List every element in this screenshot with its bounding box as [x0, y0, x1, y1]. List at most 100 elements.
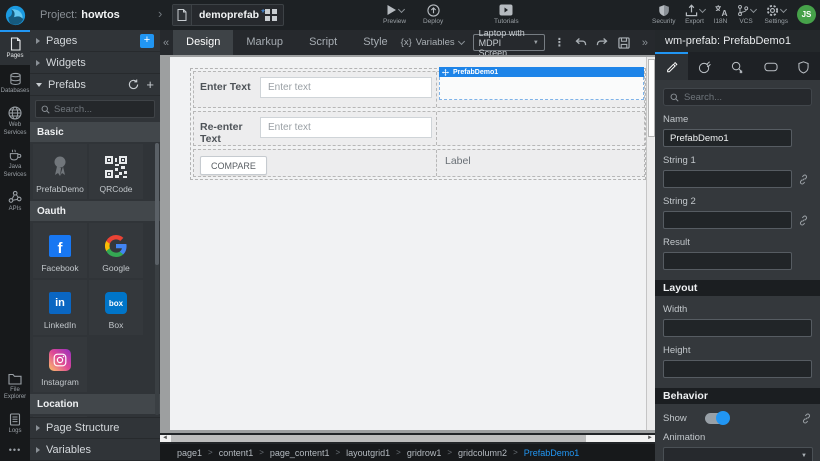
export-button[interactable]: Export [685, 3, 705, 25]
breadcrumb-item[interactable]: layoutgrid1 [346, 448, 390, 458]
tutorials-button[interactable]: Tutorials [494, 3, 519, 25]
result-input[interactable] [663, 252, 792, 270]
prefabs-section-header[interactable]: Prefabs + [30, 74, 160, 96]
prefab-tile-prefabdemo[interactable]: PrefabDemo [33, 144, 87, 199]
tab-markup[interactable]: Markup [233, 30, 296, 55]
breadcrumb-item[interactable]: page_content1 [270, 448, 330, 458]
pages-grid-icon[interactable] [265, 9, 283, 21]
save-button[interactable] [618, 37, 630, 49]
redo-button[interactable] [596, 37, 609, 48]
grid-row-3[interactable]: COMPARE Label [193, 149, 645, 177]
more-options-button[interactable]: ⋮ [554, 36, 565, 49]
string1-bind-icon[interactable] [798, 174, 809, 185]
widgets-section-header[interactable]: Widgets [30, 52, 160, 74]
scrollbar-thumb[interactable] [171, 435, 586, 442]
deploy-button[interactable]: Deploy [423, 3, 443, 25]
tab-script[interactable]: Script [296, 30, 350, 55]
selected-prefab-widget[interactable]: PrefabDemo1 [439, 67, 644, 100]
scroll-left-arrow[interactable]: ◄ [160, 435, 170, 442]
scroll-right-arrow[interactable]: ► [645, 435, 655, 442]
prefab-tile-linkedin[interactable]: in LinkedIn [33, 280, 87, 335]
grid-column-1[interactable]: Enter Text [194, 72, 437, 107]
project-indicator[interactable]: Project: howtos [40, 0, 120, 30]
show-toggle[interactable] [705, 413, 729, 424]
rail-item-apis[interactable]: APIs [0, 183, 30, 218]
grid-column-1[interactable]: Re-enter Text [194, 112, 437, 145]
grid-column-2[interactable]: Label [437, 150, 644, 176]
device-selector[interactable]: Laptop with MDPI Screen ▼ [473, 34, 545, 51]
grid-column-1[interactable]: COMPARE [194, 150, 437, 176]
breadcrumb-item[interactable]: content1 [219, 448, 254, 458]
show-bind-icon[interactable] [801, 413, 812, 424]
rail-item-pages[interactable]: Pages [0, 30, 30, 65]
preview-button[interactable]: Preview [383, 3, 406, 25]
rail-item-file-explorer[interactable]: File Explorer [0, 366, 30, 406]
breadcrumb-item[interactable]: gridcolumn2 [458, 448, 507, 458]
rail-item-web-services[interactable]: Web Services [0, 99, 30, 141]
rail-label: Pages [6, 53, 23, 61]
variables-section-header[interactable]: Variables [30, 439, 160, 461]
tab-design[interactable]: Design [173, 30, 233, 55]
compare-button[interactable]: COMPARE [200, 156, 267, 175]
layout-grid[interactable]: Enter Text PrefabDemo1 [190, 68, 646, 180]
undo-button[interactable] [574, 37, 587, 48]
prefab-list-scrollbar[interactable] [155, 143, 159, 415]
string2-input[interactable] [663, 211, 792, 229]
grid-row-1[interactable]: Enter Text PrefabDemo1 [193, 71, 645, 108]
canvas-horizontal-scrollbar[interactable]: ◄ ► [160, 433, 655, 444]
collapse-right-panel-button[interactable]: » [639, 37, 651, 49]
variables-button[interactable]: {x} Variables [401, 37, 464, 48]
breadcrumb-item[interactable]: gridrow1 [407, 448, 442, 458]
add-page-button[interactable]: + [140, 34, 154, 48]
collapse-left-panel-button[interactable]: « [160, 37, 173, 49]
string2-bind-icon[interactable] [798, 215, 809, 226]
refresh-icon[interactable] [128, 79, 139, 90]
tab-style[interactable]: Style [350, 30, 400, 55]
canvas-page[interactable]: Enter Text PrefabDemo1 [170, 57, 646, 430]
tab-styles[interactable] [688, 52, 721, 80]
prefab-search-input[interactable] [54, 104, 144, 115]
prefab-tile-location-partial[interactable] [33, 416, 87, 417]
wavemaker-logo[interactable] [3, 3, 28, 28]
import-prefab-button[interactable]: + [146, 78, 154, 91]
breadcrumb-item[interactable]: page1 [177, 448, 202, 458]
widget-body[interactable] [439, 77, 644, 100]
grid-column-2[interactable] [437, 112, 644, 145]
prefab-tile-google[interactable]: Google [89, 223, 143, 278]
name-input[interactable] [663, 129, 792, 147]
tab-inspect[interactable] [721, 52, 754, 80]
properties-search-input[interactable] [684, 92, 794, 103]
scrollbar-thumb[interactable] [648, 59, 655, 137]
prefab-tile-facebook[interactable]: f Facebook [33, 223, 87, 278]
animation-select[interactable]: ▼ [663, 447, 813, 461]
tab-properties[interactable] [655, 52, 688, 80]
settings-button[interactable]: Settings [765, 3, 789, 25]
enter-text-input[interactable] [260, 77, 432, 98]
grid-column-2[interactable]: PrefabDemo1 [437, 72, 644, 107]
vcs-button[interactable]: VCS [737, 3, 756, 25]
pages-section-header[interactable]: Pages + [30, 30, 160, 52]
current-page-selector[interactable]: demoprefab * [172, 4, 284, 26]
prefab-tile-instagram[interactable]: Instagram [33, 337, 87, 392]
security-button[interactable]: Security [652, 3, 675, 25]
width-input[interactable] [663, 319, 812, 337]
breadcrumb-item-active[interactable]: PrefabDemo1 [524, 448, 580, 458]
rail-more-button[interactable]: ••• [0, 439, 30, 461]
prefab-tile-box[interactable]: box Box [89, 280, 143, 335]
rail-item-logs[interactable]: Logs [0, 406, 30, 440]
widget-selection-bar[interactable]: PrefabDemo1 [439, 67, 644, 77]
user-avatar[interactable]: JS [797, 5, 816, 24]
grid-row-2[interactable]: Re-enter Text [193, 111, 645, 146]
reenter-text-input[interactable] [260, 117, 432, 138]
height-input[interactable] [663, 360, 812, 378]
label-widget[interactable]: Label [445, 155, 471, 167]
string1-input[interactable] [663, 170, 792, 188]
rail-item-java-services[interactable]: Java Services [0, 141, 30, 183]
tab-events[interactable] [754, 52, 787, 80]
rail-item-databases[interactable]: Databases [0, 65, 30, 100]
tab-security[interactable] [787, 52, 820, 80]
page-structure-section-header[interactable]: Page Structure [30, 417, 160, 439]
prefab-tile-qrcode[interactable]: QRCode [89, 144, 143, 199]
canvas-vertical-scrollbar[interactable] [646, 57, 655, 430]
i18n-button[interactable]: A I18N [714, 3, 728, 25]
